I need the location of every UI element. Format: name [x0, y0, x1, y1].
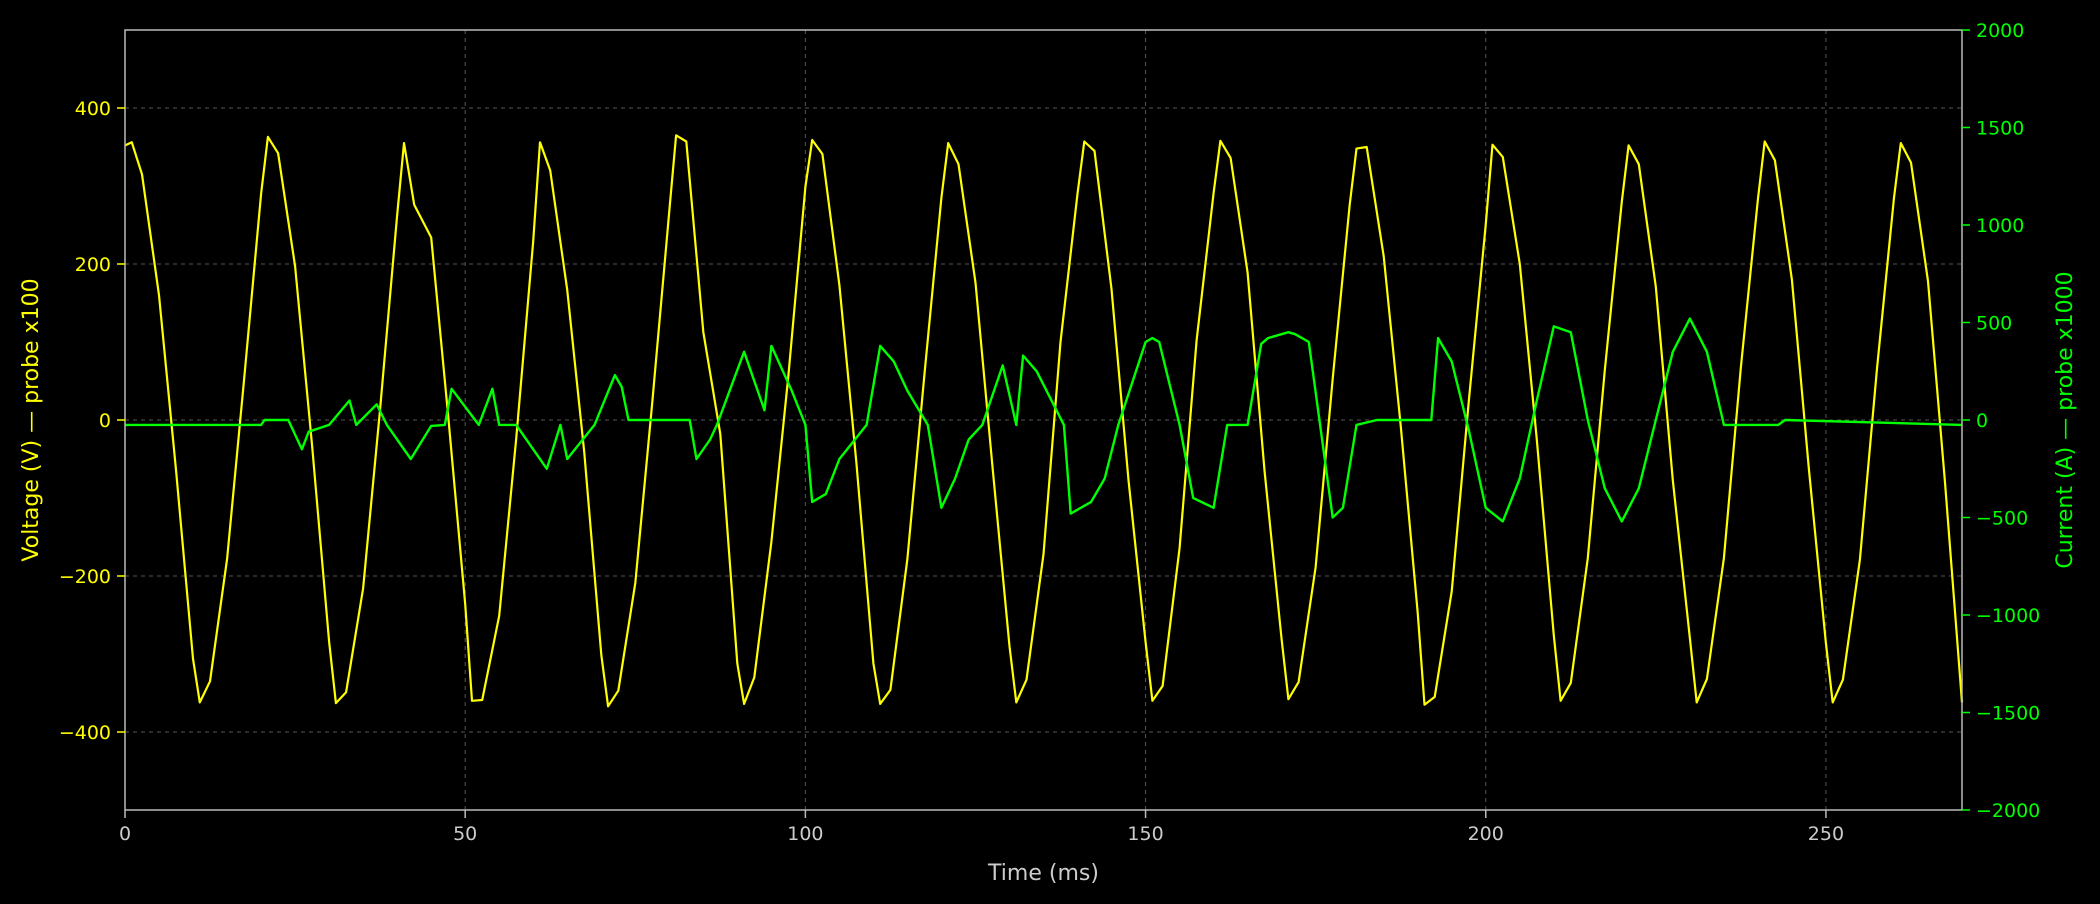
chart-background: [0, 0, 2100, 900]
y-right-tick-label: −1500: [1976, 703, 2040, 725]
x-tick-label: 200: [1468, 823, 1504, 845]
chart: 0 50 100 150 200 250 −400 −200 0 200 400 −2000 −1500…: [0, 0, 2100, 900]
y-left-tick-label: −400: [59, 722, 111, 744]
x-tick-label: 150: [1127, 823, 1163, 845]
y-right-tick-label: −1000: [1976, 605, 2040, 627]
y-right-tick-label: −2000: [1976, 800, 2040, 822]
x-tick-label: 0: [119, 823, 131, 845]
x-tick-label: 250: [1808, 823, 1844, 845]
y-right-tick-label: 2000: [1976, 20, 2024, 42]
y-right-tick-label: 1500: [1976, 118, 2024, 140]
y-right-tick-label: −500: [1976, 508, 2028, 530]
y-left-tick-label: −200: [59, 566, 111, 588]
y-left-tick-label: 0: [99, 410, 111, 432]
y-left-tick-label: 400: [75, 98, 111, 120]
y-right-tick-label: 500: [1976, 313, 2012, 335]
chart-svg: 0 50 100 150 200 250−400−2000200400−2000−1500…: [0, 0, 2100, 900]
y-right-tick-label: 0: [1976, 410, 1988, 432]
x-tick-label: 100: [787, 823, 823, 845]
y-axis-left-label: Voltage (V) — probe x100: [19, 278, 44, 561]
y-left-tick-label: 200: [75, 254, 111, 276]
x-axis-label: Time (ms): [987, 861, 1099, 886]
y-right-tick-label: 1000: [1976, 215, 2024, 237]
y-axis-right-label: Current (A) — probe x1000: [2053, 271, 2078, 568]
x-tick-label: 50: [453, 823, 477, 845]
